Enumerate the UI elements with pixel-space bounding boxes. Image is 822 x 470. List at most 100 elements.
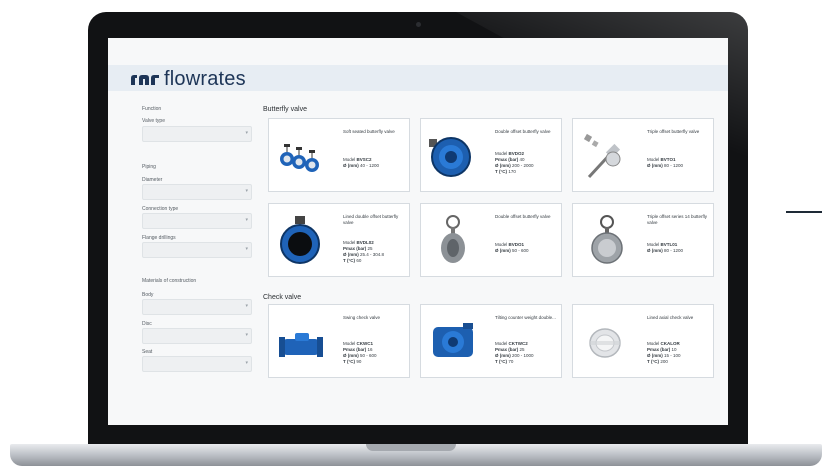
diameter-spec-value: 200 - 1000 [512, 353, 534, 358]
webcam [416, 22, 421, 27]
chevron-down-icon: ▾ [245, 332, 248, 338]
model-label: Model [495, 341, 508, 346]
logo[interactable]: flowrates [130, 68, 246, 91]
temp-spec-label: T (°C) [343, 359, 356, 364]
pmax-spec-value: 25 [367, 246, 373, 251]
valve-type-label: Valve type [142, 118, 165, 124]
pmax-spec-value: 16 [367, 347, 373, 352]
laptop-notch [366, 444, 456, 451]
diameter-spec-value: 80 - 1200 [664, 163, 684, 168]
pmax-spec-value: 40 [519, 157, 525, 162]
diameter-spec-label: Ø (mm) [647, 353, 663, 358]
temp-spec-label: T (°C) [495, 359, 508, 364]
diameter-spec-label: Ø (mm) [647, 248, 663, 253]
body-select[interactable]: ▾ [142, 299, 252, 315]
product-card[interactable]: Lined double offset butterfly valve Mode… [268, 203, 410, 277]
diameter-spec-value: 200 - 2000 [512, 163, 534, 168]
seat-select[interactable]: ▾ [142, 356, 252, 372]
valve-image [583, 133, 621, 179]
flange-drillings-select[interactable]: ▾ [142, 242, 252, 258]
chevron-down-icon: ▾ [245, 217, 248, 223]
temp-spec-value: 170 [508, 169, 516, 174]
product-card[interactable]: Double offset butterfly valve Model BVDO… [420, 118, 562, 192]
chevron-down-icon: ▾ [245, 246, 248, 252]
pmax-spec-label: Pmax (bar) [495, 347, 519, 352]
product-card[interactable]: Soft seated butterfly valve Model BVSC2 … [268, 118, 410, 192]
product-name: Lined double offset butterfly valve [343, 214, 399, 225]
product-name: Swing check valve [343, 315, 381, 320]
valve-image [433, 323, 473, 357]
seat-label: Seat [142, 349, 153, 355]
model-value: BVTO1 [660, 157, 676, 162]
product-name: Triple offset series 14 butterfly valve [647, 214, 708, 225]
product-card[interactable]: Tilting counter weight double... Model C… [420, 304, 562, 378]
model-label: Model [647, 157, 660, 162]
connection-type-select[interactable]: ▾ [142, 213, 252, 229]
flowrates-logo-icon [131, 74, 159, 85]
disc-select[interactable]: ▾ [142, 328, 252, 344]
function-label: Function [142, 106, 162, 112]
valve-type-select[interactable]: ▾ [142, 126, 252, 142]
chevron-down-icon: ▾ [245, 188, 248, 194]
model-label: Model [343, 240, 356, 245]
flange-drillings-label: Flange drillings [142, 235, 176, 241]
product-card[interactable]: Double offset butterfly valve Model BVDO… [420, 203, 562, 277]
model-value: BVDO1 [508, 242, 525, 247]
valve-image [280, 144, 319, 172]
pmax-spec-label: Pmax (bar) [343, 246, 367, 251]
pmax-spec-label: Pmax (bar) [495, 157, 519, 162]
temp-spec-value: 90 [356, 359, 362, 364]
model-label: Model [343, 341, 356, 346]
diameter-spec-label: Ø (mm) [343, 252, 359, 257]
model-value: BVDO2 [508, 151, 525, 156]
chevron-down-icon: ▾ [245, 303, 248, 309]
connection-type-label: Connection type [142, 206, 179, 212]
valve-image [441, 215, 465, 263]
model-label: Model [495, 151, 508, 156]
model-label: Model [495, 242, 508, 247]
diameter-spec-value: 50 - 600 [360, 353, 377, 358]
product-card[interactable]: Triple offset butterfly valve Model BVTO… [572, 118, 714, 192]
model-label: Model [647, 242, 660, 247]
model-value: BVTL01 [660, 242, 678, 247]
product-name: Triple offset butterfly valve [647, 129, 700, 134]
piping-label: Piping [142, 164, 156, 170]
model-value: CKALOR [660, 341, 680, 346]
body-label: Body [142, 292, 154, 298]
diameter-label: Diameter [142, 177, 163, 183]
product-card[interactable]: Swing check valve Model CKWC1 Pmax (bar)… [268, 304, 410, 378]
product-card[interactable]: Lined axial check valve Model CKALOR Pma… [572, 304, 714, 378]
temp-spec-label: T (°C) [495, 169, 508, 174]
diameter-spec-value: 80 - 1200 [664, 248, 684, 253]
logo-text: flowrates [164, 68, 246, 90]
product-card[interactable]: Triple offset series 14 butterfly valve … [572, 203, 714, 277]
diameter-select[interactable]: ▾ [142, 184, 252, 200]
laptop-screen: flowrates Function Valve type ▾ Piping D… [108, 38, 728, 425]
diameter-spec-label: Ø (mm) [343, 163, 359, 168]
product-name: Double offset butterfly valve [495, 214, 551, 219]
product-name: Tilting counter weight double... [495, 315, 556, 320]
model-value: CKTWC2 [508, 341, 528, 346]
temp-spec-label: T (°C) [343, 258, 356, 263]
pmax-spec-label: Pmax (bar) [647, 347, 671, 352]
model-value: BVDL02 [356, 240, 374, 245]
pmax-spec-label: Pmax (bar) [343, 347, 367, 352]
diameter-spec-value: 50 - 600 [512, 248, 529, 253]
product-name: Soft seated butterfly valve [343, 129, 395, 134]
pmax-spec-value: 10 [671, 347, 677, 352]
product-name: Lined axial check valve [647, 315, 694, 320]
diameter-spec-label: Ø (mm) [495, 163, 511, 168]
diameter-spec-label: Ø (mm) [647, 163, 663, 168]
pmax-spec-value: 25 [519, 347, 525, 352]
temp-spec-value: 60 [356, 258, 362, 263]
valve-image [589, 328, 621, 358]
temp-spec-value: 70 [508, 359, 514, 364]
section-title-check: Check valve [263, 294, 302, 301]
valve-image [279, 333, 323, 357]
section-title-butterfly: Butterfly valve [263, 106, 307, 113]
model-value: CKWC1 [356, 341, 374, 346]
model-value: BVSC2 [356, 157, 372, 162]
diameter-spec-value: 40 - 1200 [360, 163, 380, 168]
chevron-down-icon: ▾ [245, 130, 248, 136]
disc-label: Disc [142, 321, 152, 327]
